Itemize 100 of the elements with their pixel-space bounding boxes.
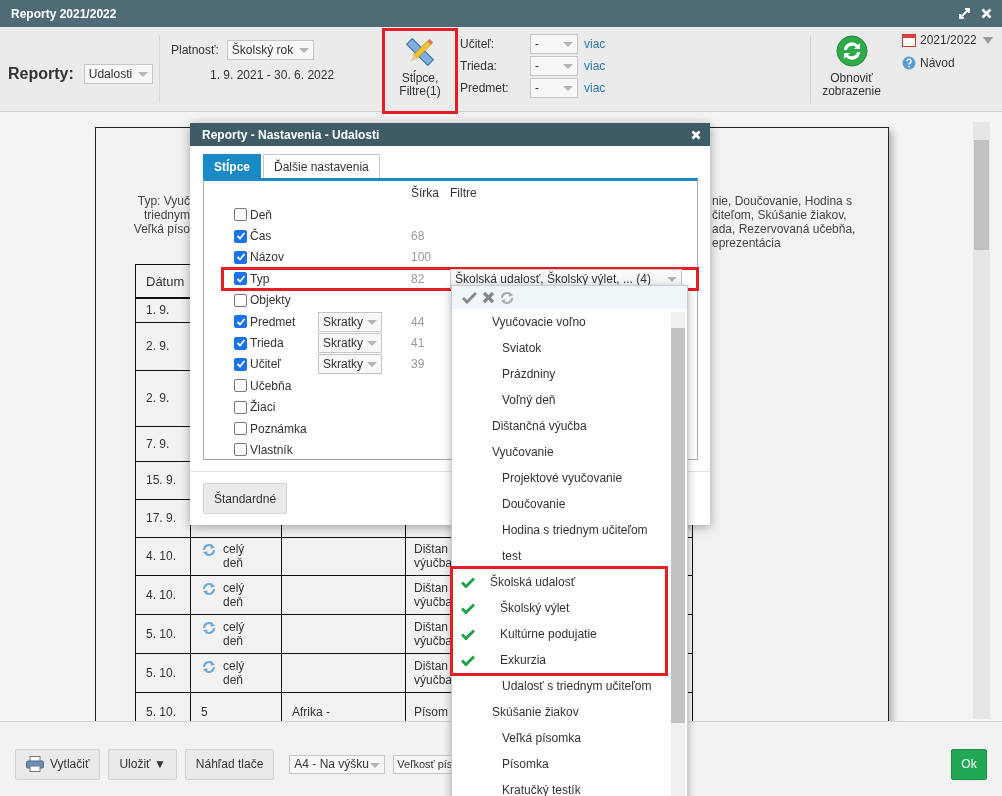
checkmark-icon (461, 654, 475, 666)
print-button[interactable]: Vytlačiť (15, 748, 101, 780)
type-option[interactable]: Exkurzia (500, 653, 546, 667)
caret-icon (138, 72, 149, 77)
checkbox[interactable] (234, 400, 247, 414)
checkbox[interactable] (234, 229, 247, 243)
default-button[interactable]: Štandardné (203, 483, 288, 514)
type-option[interactable]: Písomka (502, 757, 549, 771)
type-option[interactable]: test (502, 549, 522, 563)
cross-icon[interactable] (482, 291, 495, 304)
close-icon[interactable] (981, 8, 992, 19)
calendar-icon (902, 33, 916, 47)
more-link[interactable]: viac (584, 81, 606, 95)
date-range: 1. 9. 2021 - 30. 6. 2022 (210, 68, 336, 82)
type-option[interactable]: Udalosť s triednym učiteľom (502, 679, 652, 693)
description-text: Typ: Vyuč (137, 194, 190, 208)
check-icon[interactable] (462, 291, 477, 304)
format-select[interactable]: Skratky (318, 311, 382, 332)
save-button[interactable]: Uložiť ▼ (108, 748, 177, 780)
caret-icon (563, 86, 573, 91)
format-select[interactable]: Skratky (318, 354, 382, 375)
checkbox[interactable] (234, 293, 247, 307)
checkbox[interactable] (234, 250, 247, 264)
scrollbar[interactable] (973, 122, 990, 719)
tab[interactable]: Ďalšie nastavenia (263, 154, 380, 178)
type-option[interactable]: Školský výlet (500, 601, 570, 615)
description-text: triednym (144, 208, 190, 222)
checkbox[interactable] (234, 315, 247, 329)
type-cell: Dištan výučba (414, 658, 453, 687)
help-link[interactable]: Návod (920, 56, 955, 70)
date-cell: 17. 9. (146, 511, 177, 525)
description-text: ada, Rezervovaná učebňa, (712, 222, 856, 236)
more-link[interactable]: viac (584, 37, 606, 51)
type-filter-select[interactable]: Školská udalosť, Školský výlet, ... (4) (450, 268, 682, 289)
caret-icon (299, 48, 310, 53)
type-option[interactable]: Kultúrne podujatie (500, 627, 597, 641)
type-option[interactable]: Skúšanie žiakov (492, 705, 579, 719)
column-name: Poznámka (250, 421, 307, 436)
caret-icon (367, 341, 377, 347)
time-cell-text: celý deň (223, 580, 246, 609)
date-cell: 2. 9. (146, 339, 170, 353)
checkmark-icon (461, 602, 475, 614)
type-option[interactable]: Projektové vyučovanie (502, 471, 623, 485)
column-name: Názov (250, 250, 284, 265)
refresh-icon (835, 35, 868, 67)
caret-icon[interactable] (982, 36, 993, 44)
filters-header: Filtre (450, 186, 478, 200)
filter-select[interactable]: - (530, 78, 578, 98)
more-link[interactable]: viac (584, 59, 606, 73)
repeat-icon (201, 542, 217, 558)
filter-select[interactable]: - (530, 56, 578, 76)
close-icon[interactable] (691, 129, 701, 140)
type-option[interactable]: Hodina s triednym učiteľom (502, 523, 648, 537)
repeat-icon (201, 619, 217, 636)
columns-filters-button[interactable]: Stĺpce, Filtre(1) (382, 28, 458, 114)
refresh-button[interactable]: Obnoviť zobrazenie (810, 35, 892, 103)
type-cell: Písom (414, 705, 448, 719)
date-cell: 4. 10. (146, 549, 177, 563)
column-name: Žiaci (250, 400, 276, 415)
reports-label: Reporty: (8, 65, 74, 83)
dialog-title: Reporty - Nastavenia - Udalosti (202, 127, 380, 142)
type-option[interactable]: Prázdniny (502, 367, 556, 381)
year-select[interactable]: 2021/2022 (920, 33, 977, 47)
validity-select[interactable]: Školský rok (226, 40, 315, 60)
column-name: Vlastník (250, 443, 293, 457)
checkbox[interactable] (234, 379, 247, 393)
filter-select[interactable]: - (530, 34, 578, 54)
paper-select[interactable]: A4 - Na výšku (289, 754, 386, 774)
checkbox[interactable] (234, 336, 247, 350)
report-select[interactable]: Udalosti (83, 64, 154, 84)
checkbox[interactable] (234, 208, 247, 222)
checkbox[interactable] (234, 357, 247, 371)
type-option[interactable]: Školská udalosť (490, 575, 576, 589)
type-option[interactable]: Sviatok (502, 341, 542, 355)
type-option[interactable]: Vyučovanie (492, 445, 554, 459)
checkbox[interactable] (234, 443, 247, 457)
column-name: Typ (250, 271, 270, 286)
tab[interactable]: Stĺpce (203, 154, 261, 178)
name-cell: Afrika - (292, 705, 330, 719)
date-cell: 5. 10. (146, 665, 177, 680)
checkmark-icon (461, 628, 475, 640)
date-cell: 7. 9. (146, 436, 170, 451)
repeat-icon (201, 580, 217, 597)
checkbox[interactable] (234, 422, 247, 436)
column-name: Učiteľ (250, 357, 281, 372)
date-cell: 15. 9. (146, 473, 177, 487)
type-option[interactable]: Vyučovacie voľno (492, 315, 586, 329)
type-option[interactable]: Veľká písomka (502, 731, 581, 745)
column-name: Trieda (250, 336, 284, 351)
expand-icon[interactable] (959, 8, 970, 19)
type-option[interactable]: Dištančná výučba (492, 419, 587, 433)
type-option[interactable]: Doučovanie (502, 497, 566, 511)
checkbox[interactable] (234, 272, 247, 286)
repeat-icon (201, 658, 217, 675)
help-icon (902, 56, 916, 70)
scrollbar[interactable] (671, 312, 685, 796)
type-option[interactable]: Kratučký testík (502, 783, 581, 796)
type-option[interactable]: Voľný deň (502, 393, 556, 407)
print-preview-button[interactable]: Náhľad tlače (184, 748, 275, 780)
format-select[interactable]: Skratky (318, 333, 382, 354)
